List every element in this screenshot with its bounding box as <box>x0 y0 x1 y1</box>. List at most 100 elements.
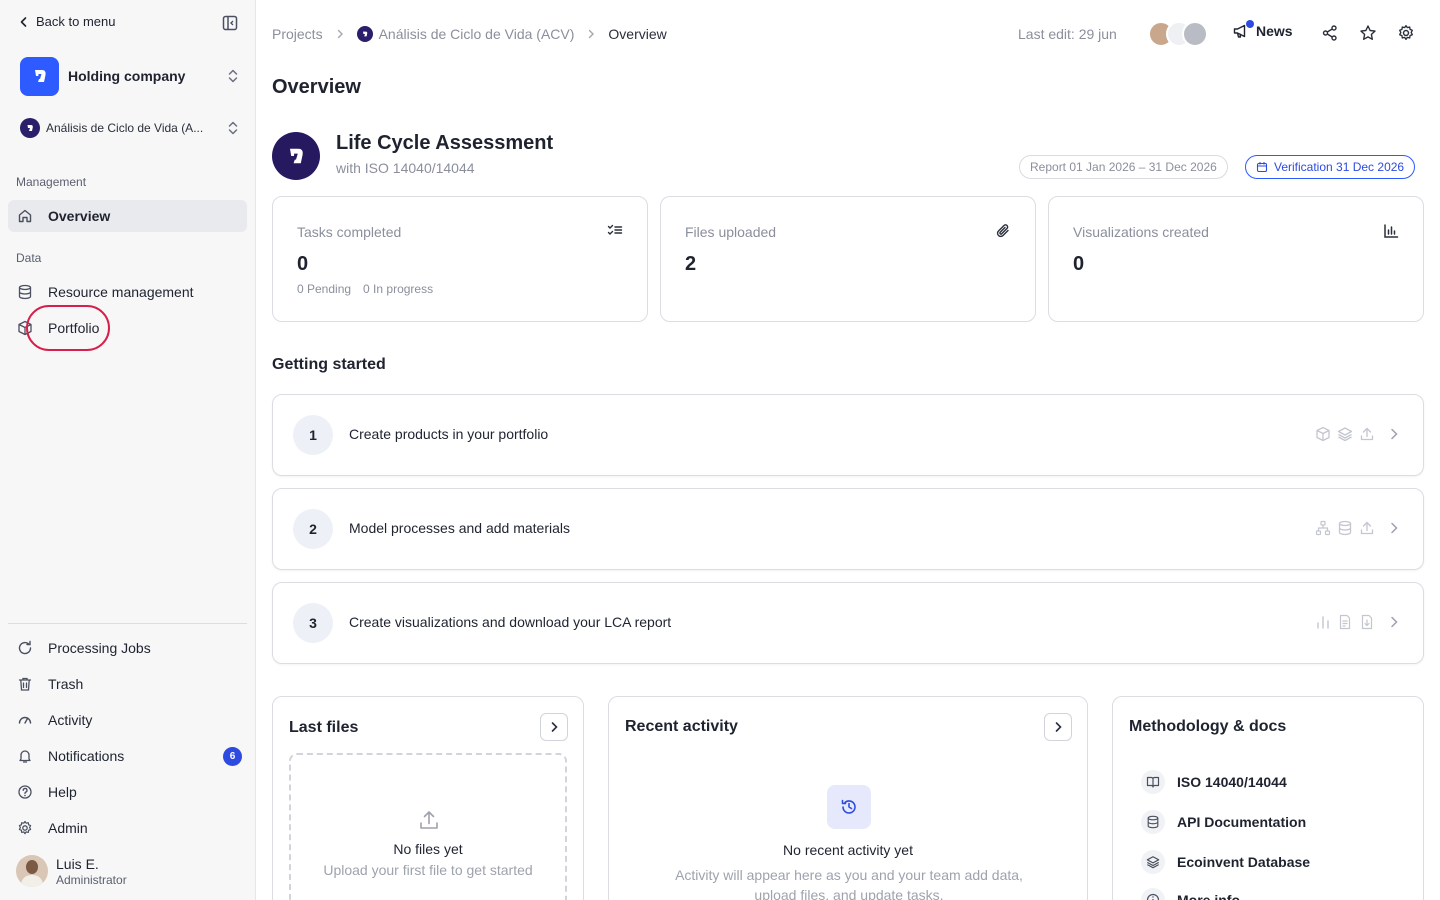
project-switcher[interactable]: Análisis de Ciclo de Vida (A... <box>20 117 240 139</box>
doc-link-label: More info <box>1177 892 1240 900</box>
box-icon <box>1316 426 1330 442</box>
no-files-title: No files yet <box>393 841 463 857</box>
recent-activity-open-button[interactable] <box>1044 713 1072 741</box>
book-icon <box>1146 776 1160 788</box>
sidebar: Back to menu Holding company Análisis de… <box>0 0 256 900</box>
stat-label: Files uploaded <box>685 224 777 240</box>
breadcrumb-project-label: Análisis de Ciclo de Vida (ACV) <box>378 26 575 42</box>
user-profile[interactable]: Luis E. Administrator <box>16 855 127 887</box>
last-files-panel: Last files No files yet Upload your firs… <box>272 696 584 900</box>
help-circle-icon <box>18 785 32 799</box>
chevron-right-icon <box>1391 522 1398 534</box>
project-title: Life Cycle Assessment <box>336 132 554 154</box>
project-logo <box>356 26 373 42</box>
sidebar-item-label: Portfolio <box>48 320 100 336</box>
sidebar-item-activity[interactable]: Activity <box>8 704 247 736</box>
share-icon[interactable] <box>1321 24 1339 42</box>
project-logo <box>20 118 40 138</box>
verification-label: Verification 31 Dec 2026 <box>1274 160 1405 174</box>
chevron-right-icon <box>1391 616 1398 628</box>
collaborator-avatars[interactable] <box>1148 21 1210 47</box>
chevron-right-icon <box>1391 428 1398 440</box>
box-icon <box>18 320 32 336</box>
layers-icon <box>1337 427 1353 442</box>
org-switcher[interactable]: Holding company <box>20 56 240 96</box>
no-files-subtitle: Upload your first file to get started <box>323 862 533 878</box>
upload-icon <box>1360 521 1374 535</box>
sidebar-item-notifications[interactable]: Notifications 6 <box>8 740 247 772</box>
sidebar-item-processing-jobs[interactable]: Processing Jobs <box>8 632 247 664</box>
file-upload-dropzone[interactable]: No files yet Upload your first file to g… <box>289 753 567 900</box>
breadcrumb: Projects Análisis de Ciclo de Vida (ACV)… <box>272 24 667 44</box>
news-label: News <box>1256 23 1293 39</box>
verification-date-badge[interactable]: Verification 31 Dec 2026 <box>1245 155 1416 179</box>
sidebar-item-overview[interactable]: Overview <box>8 200 247 232</box>
settings-gear-icon[interactable] <box>1397 24 1415 42</box>
stat-label: Visualizations created <box>1073 224 1209 240</box>
collapse-sidebar-icon[interactable] <box>221 14 239 32</box>
user-name: Luis E. <box>56 855 99 872</box>
last-files-open-button[interactable] <box>540 713 568 741</box>
project-logo <box>272 132 320 180</box>
back-to-menu-link[interactable]: Back to menu <box>18 14 116 29</box>
star-icon[interactable] <box>1359 24 1377 42</box>
sidebar-divider <box>8 623 247 624</box>
paperclip-icon <box>996 224 1009 238</box>
stat-card-tasks: Tasks completed 0 0 Pending 0 In progres… <box>272 196 648 322</box>
doc-link-ecoinvent[interactable]: Ecoinvent Database <box>1141 850 1310 874</box>
report-period-badge: Report 01 Jan 2026 – 31 Dec 2026 <box>1019 155 1228 179</box>
sidebar-item-label: Admin <box>48 820 88 836</box>
sidebar-item-help[interactable]: Help <box>8 776 247 808</box>
section-label-management: Management <box>16 175 87 189</box>
upload-icon <box>420 811 438 829</box>
database-icon <box>18 284 32 300</box>
step-number: 1 <box>293 415 333 455</box>
database-icon <box>1147 815 1159 829</box>
sidebar-item-trash[interactable]: Trash <box>8 668 247 700</box>
calendar-icon <box>1256 162 1268 173</box>
chevron-right-icon <box>551 722 558 732</box>
doc-link-label: Ecoinvent Database <box>1177 854 1311 870</box>
doc-link-iso[interactable]: ISO 14040/14044 <box>1141 770 1287 794</box>
back-to-menu-label: Back to menu <box>36 14 116 29</box>
getting-started-step-3[interactable]: 3 Create visualizations and download you… <box>272 582 1424 664</box>
gauge-icon <box>18 716 32 724</box>
getting-started-step-2[interactable]: 2 Model processes and add materials <box>272 488 1424 570</box>
breadcrumb-projects[interactable]: Projects <box>272 26 323 42</box>
news-button[interactable]: News <box>1232 20 1293 40</box>
stat-value: 0 <box>1073 253 1085 275</box>
no-activity-title: No recent activity yet <box>783 842 913 858</box>
step-number: 3 <box>293 603 333 643</box>
chevron-right-icon <box>337 29 343 39</box>
no-activity-subtitle: Activity will appear here as you and you… <box>675 867 1023 900</box>
methodology-docs-title: Methodology & docs <box>1129 718 1287 735</box>
news-unread-dot <box>1246 20 1254 28</box>
bell-icon <box>19 750 31 763</box>
page-title: Overview <box>272 76 361 98</box>
step-text: Model processes and add materials <box>349 520 571 536</box>
section-label-data: Data <box>16 251 42 265</box>
breadcrumb-current: Overview <box>608 26 667 42</box>
doc-link-api[interactable]: API Documentation <box>1141 810 1306 834</box>
org-name: Holding company <box>68 68 186 84</box>
trash-icon <box>18 677 32 691</box>
breadcrumb-project[interactable]: Análisis de Ciclo de Vida (ACV) <box>356 26 575 42</box>
database-icon <box>1338 520 1352 536</box>
sidebar-item-label: Trash <box>48 676 84 692</box>
tasks-icon <box>607 224 623 235</box>
sidebar-item-resource-management[interactable]: Resource management <box>8 276 247 308</box>
methodology-docs-panel: Methodology & docs ISO 14040/14044 API D… <box>1112 696 1424 900</box>
info-icon <box>1146 893 1160 900</box>
sidebar-item-admin[interactable]: Admin <box>8 812 247 844</box>
doc-link-more-info[interactable]: More info <box>1141 888 1240 900</box>
step-number: 2 <box>293 509 333 549</box>
step-text: Create products in your portfolio <box>349 426 549 442</box>
avatar <box>1182 21 1208 47</box>
last-edit-label: Last edit: 29 jun <box>1018 26 1117 42</box>
chevron-right-icon <box>589 29 595 39</box>
sidebar-item-portfolio[interactable]: Portfolio <box>8 312 247 344</box>
getting-started-step-1[interactable]: 1 Create products in your portfolio <box>272 394 1424 476</box>
chevron-right-icon <box>1055 722 1062 732</box>
home-icon <box>18 209 32 223</box>
bar-chart-icon <box>1384 224 1399 238</box>
